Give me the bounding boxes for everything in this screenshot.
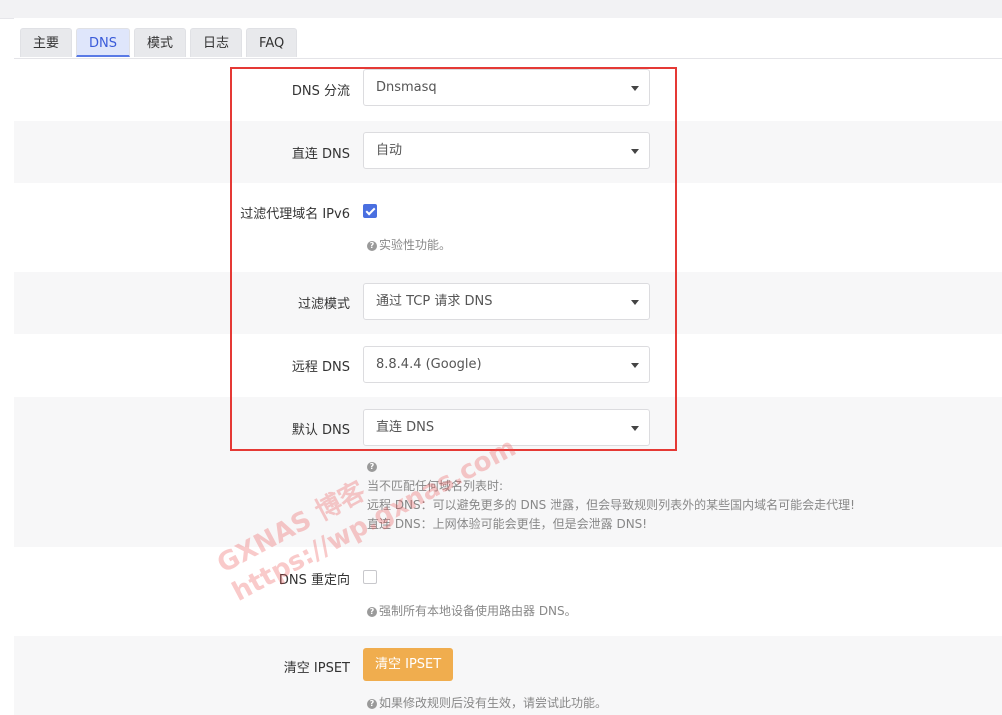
clear-ipset-hint: ? 如果修改规则后没有生效，请尝试此功能。 <box>367 694 607 711</box>
tab-mode[interactable]: 模式 <box>134 28 187 57</box>
remote-dns-select[interactable]: 8.8.4.4 (Google) <box>363 346 650 383</box>
chevron-down-icon <box>631 363 639 368</box>
dns-redirect-checkbox[interactable] <box>363 570 377 584</box>
row-clear-ipset: 清空 IPSET 清空 IPSET ? 如果修改规则后没有生效，请尝试此功能。 <box>14 636 1002 715</box>
default-dns-value: 直连 DNS <box>376 420 435 435</box>
filter-mode-select[interactable]: 通过 TCP 请求 DNS <box>363 283 650 320</box>
chevron-down-icon <box>631 149 639 154</box>
default-dns-hint-line: 直连 DNS：上网体验可能会更佳，但是会泄露 DNS! <box>367 517 648 531</box>
tab-faq[interactable]: FAQ <box>246 28 298 57</box>
remote-dns-label: 远程 DNS <box>291 360 350 375</box>
direct-dns-label: 直连 DNS <box>291 147 350 162</box>
help-icon: ? <box>367 462 377 472</box>
filter-ipv6-hint: ? 实验性功能。 <box>367 236 451 253</box>
filter-ipv6-hint-text: 实验性功能。 <box>379 238 452 252</box>
filter-mode-value: 通过 TCP 请求 DNS <box>376 294 493 309</box>
direct-dns-select[interactable]: 自动 <box>363 132 650 169</box>
default-dns-hint-line: 远程 DNS：可以避免更多的 DNS 泄露，但会导致规则列表外的某些国内域名可能… <box>367 498 855 512</box>
clear-ipset-hint-text: 如果修改规则后没有生效，请尝试此功能。 <box>379 696 608 710</box>
top-strip <box>0 0 1002 19</box>
chevron-down-icon <box>631 300 639 305</box>
default-dns-label: 默认 DNS <box>291 423 350 438</box>
tab-main[interactable]: 主要 <box>20 28 73 57</box>
filter-ipv6-label: 过滤代理域名 IPv6 <box>240 207 350 222</box>
default-dns-select[interactable]: 直连 DNS <box>363 409 650 446</box>
chevron-down-icon <box>631 426 639 431</box>
filter-mode-label: 过滤模式 <box>297 297 350 312</box>
dns-shunt-label: DNS 分流 <box>291 84 350 99</box>
tab-bar: 主要 DNS 模式 日志 FAQ <box>20 28 298 58</box>
tab-log[interactable]: 日志 <box>190 28 243 57</box>
row-direct-dns: 直连 DNS 自动 <box>14 121 1002 183</box>
row-default-dns: 默认 DNS 直连 DNS ? 当不匹配任何域名列表时: 远程 DNS：可以避免… <box>14 397 1002 547</box>
help-icon: ? <box>367 607 377 617</box>
help-icon: ? <box>367 241 377 251</box>
clear-ipset-button[interactable]: 清空 IPSET <box>363 648 454 681</box>
default-dns-help: ? <box>367 459 379 473</box>
default-dns-hint-line: 当不匹配任何域名列表时: <box>367 479 504 493</box>
row-dns-redirect: DNS 重定向 ? 强制所有本地设备使用路由器 DNS。 <box>14 547 1002 636</box>
clear-ipset-label: 清空 IPSET <box>283 661 350 676</box>
remote-dns-value: 8.8.4.4 (Google) <box>376 357 482 372</box>
dns-shunt-value: Dnsmasq <box>376 80 437 95</box>
row-remote-dns: 远程 DNS 8.8.4.4 (Google) <box>14 334 1002 397</box>
dns-shunt-select[interactable]: Dnsmasq <box>363 69 650 106</box>
direct-dns-value: 自动 <box>376 143 403 158</box>
filter-ipv6-checkbox[interactable] <box>363 204 377 218</box>
help-icon: ? <box>367 699 377 709</box>
dns-redirect-hint: ? 强制所有本地设备使用路由器 DNS。 <box>367 602 577 619</box>
tab-dns[interactable]: DNS <box>76 28 131 57</box>
settings-page: 主要 DNS 模式 日志 FAQ DNS 分流 Dnsmasq 直连 DNS 自… <box>14 18 1002 715</box>
row-filter-ipv6: 过滤代理域名 IPv6 ? 实验性功能。 <box>14 183 1002 272</box>
row-filter-mode: 过滤模式 通过 TCP 请求 DNS <box>14 272 1002 334</box>
chevron-down-icon <box>631 86 639 91</box>
dns-redirect-hint-text: 强制所有本地设备使用路由器 DNS。 <box>379 604 577 618</box>
dns-redirect-label: DNS 重定向 <box>278 573 350 588</box>
row-dns-shunt: DNS 分流 Dnsmasq <box>14 59 1002 121</box>
